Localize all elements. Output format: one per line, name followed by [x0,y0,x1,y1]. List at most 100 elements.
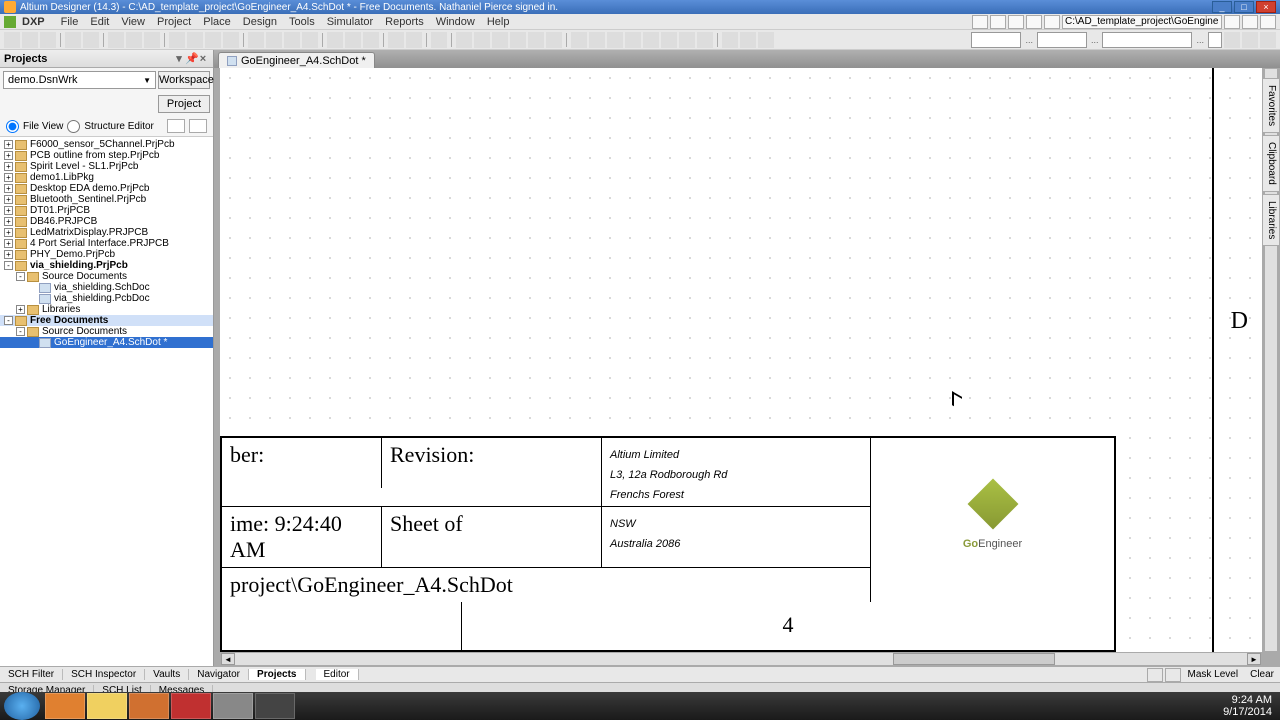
tree-item[interactable]: via_shielding.SchDoc [0,282,213,293]
dxp-icon[interactable] [4,16,16,28]
schematic-canvas[interactable]: D ber: Revision: Altium Limited L3, 12a … [220,68,1262,652]
undo-icon[interactable] [388,32,404,48]
tree-item[interactable]: +PHY_Demo.PrjPcb [0,249,213,260]
clear-button[interactable]: Clear [1244,669,1280,680]
tb-icon[interactable] [625,32,641,48]
taskbar-app-firefox[interactable] [45,693,85,719]
document-tab[interactable]: GoEngineer_A4.SchDot * [218,52,375,68]
tb-icon[interactable] [205,32,221,48]
tree-expander-icon[interactable]: + [4,206,13,215]
tb-icon[interactable] [607,32,623,48]
tb-icon[interactable] [679,32,695,48]
toggle-icon[interactable] [1165,668,1181,682]
tb-icon[interactable] [697,32,713,48]
paste-icon[interactable] [284,32,300,48]
tb-icon[interactable] [758,32,774,48]
menu-help[interactable]: Help [481,16,516,28]
menu-project[interactable]: Project [151,16,197,28]
tb-icon[interactable] [144,32,160,48]
tb-icon[interactable] [643,32,659,48]
close-button[interactable]: × [1256,1,1276,13]
tb-icon[interactable] [363,32,379,48]
menu-edit[interactable]: Edit [84,16,115,28]
combo1[interactable] [971,32,1021,48]
scroll-left-icon[interactable]: ◄ [221,653,235,665]
tree-expander-icon[interactable]: - [16,327,25,336]
scroll-thumb[interactable] [893,653,1055,665]
preview-icon[interactable] [83,32,99,48]
dxp-menu[interactable]: DXP [18,16,49,28]
tree-item[interactable]: +DT01.PrjPCB [0,205,213,216]
copy-icon[interactable] [266,32,282,48]
tree-item[interactable]: -Source Documents [0,326,213,337]
tree-expander-icon[interactable]: + [4,228,13,237]
tb-icon[interactable] [546,32,562,48]
toolbar-icon[interactable] [990,15,1006,29]
menu-file[interactable]: File [55,16,85,28]
mask-level-button[interactable]: Mask Level [1182,669,1245,680]
tree-expander-icon[interactable]: + [4,162,13,171]
tree-expander-icon[interactable]: + [16,305,25,314]
tb-icon[interactable] [456,32,472,48]
scroll-right-icon[interactable]: ► [1247,653,1261,665]
editor-tab[interactable]: Editor [316,669,359,680]
tb-icon[interactable] [1260,32,1276,48]
tray-icon[interactable] [1151,699,1165,713]
tree-expander-icon[interactable]: + [4,151,13,160]
tb-icon[interactable] [722,32,738,48]
toolbar-icon[interactable] [972,15,988,29]
toolbar-icon[interactable] [1026,15,1042,29]
side-tab-libraries[interactable]: Libraries [1262,194,1280,246]
toolbar-icon[interactable] [1044,15,1060,29]
panel-close-icon[interactable]: × [197,53,209,65]
tree-expander-icon[interactable]: + [4,173,13,182]
tree-item[interactable]: +demo1.LibPkg [0,172,213,183]
redo-icon[interactable] [406,32,422,48]
tree-item[interactable]: +LedMatrixDisplay.PRJPCB [0,227,213,238]
tree-item[interactable]: +DB46.PRJPCB [0,216,213,227]
nav-back-icon[interactable] [1224,15,1240,29]
tb-icon[interactable] [327,32,343,48]
tree-expander-icon[interactable]: + [4,217,13,226]
tree-item[interactable]: +PCB outline from step.PrjPcb [0,150,213,161]
menu-simulator[interactable]: Simulator [321,16,379,28]
tb-icon[interactable] [187,32,203,48]
tb-icon[interactable] [302,32,318,48]
new-icon[interactable] [4,32,20,48]
view-icon[interactable] [167,119,185,133]
maximize-button[interactable]: □ [1234,1,1254,13]
tray-icon[interactable] [1169,699,1183,713]
tree-item[interactable]: +F6000_sensor_5Channel.PrjPcb [0,139,213,150]
panel-menu-icon[interactable]: ▾ [173,52,185,65]
tree-item[interactable]: +Libraries [0,304,213,315]
tray-icon[interactable] [1205,699,1219,713]
taskbar-app-explorer[interactable] [87,693,127,719]
tree-item[interactable]: +4 Port Serial Interface.PRJPCB [0,238,213,249]
menu-window[interactable]: Window [430,16,481,28]
project-button[interactable]: Project [158,95,210,113]
tb-icon[interactable] [126,32,142,48]
tb-icon[interactable] [1242,32,1258,48]
bottom-tab[interactable]: Projects [249,669,305,680]
menu-place[interactable]: Place [197,16,237,28]
combo3[interactable] [1102,32,1192,48]
panel-pin-icon[interactable]: 📌 [185,52,197,65]
menu-reports[interactable]: Reports [379,16,430,28]
horizontal-scrollbar[interactable]: ◄ ► [220,652,1262,666]
tree-item[interactable]: +Bluetooth_Sentinel.PrjPcb [0,194,213,205]
tree-item[interactable]: -Free Documents [0,315,213,326]
taskbar-app[interactable] [129,693,169,719]
minimize-button[interactable]: _ [1212,1,1232,13]
side-tab-clipboard[interactable]: Clipboard [1262,135,1280,192]
menu-view[interactable]: View [115,16,151,28]
toolbar-icon[interactable] [1008,15,1024,29]
workspace-button[interactable]: Workspace [158,71,210,89]
taskbar-app[interactable] [171,693,211,719]
combo4[interactable] [1208,32,1222,48]
start-button[interactable] [4,692,40,720]
tree-expander-icon[interactable]: - [4,261,13,270]
structure-editor-radio[interactable] [67,120,80,133]
bottom-tab[interactable]: Vaults [145,669,189,680]
cut-icon[interactable] [248,32,264,48]
tree-expander-icon[interactable]: + [4,250,13,259]
